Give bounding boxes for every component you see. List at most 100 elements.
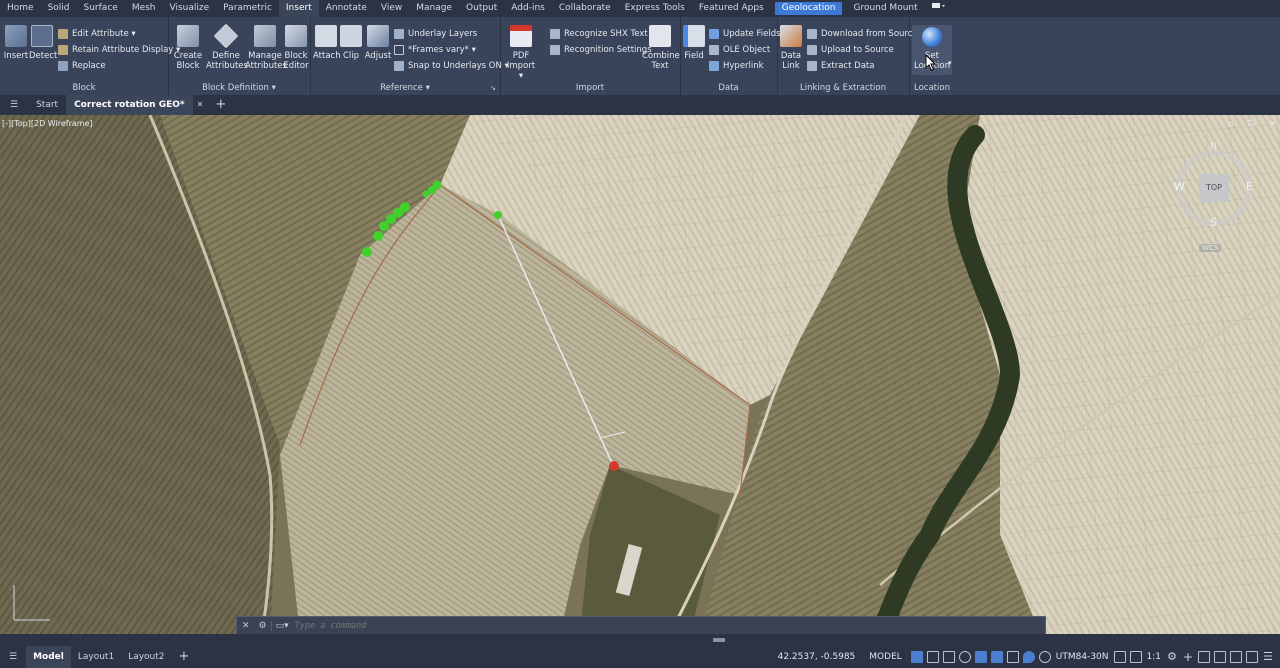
- layout-tab-model[interactable]: Model: [26, 646, 71, 668]
- tab-surface[interactable]: Surface: [77, 0, 125, 17]
- tab-add-ins[interactable]: Add-ins: [504, 0, 552, 17]
- auto-scale-icon[interactable]: [1129, 651, 1142, 663]
- upload-to-source-button[interactable]: Upload to Source: [807, 43, 894, 57]
- wcs-dropdown[interactable]: WCS: [1199, 244, 1222, 252]
- tab-parametric[interactable]: Parametric: [216, 0, 279, 17]
- manage-attributes-button[interactable]: Manage Attributes: [245, 25, 287, 71]
- tab-solid[interactable]: Solid: [41, 0, 77, 17]
- add-layout-icon[interactable]: +: [172, 646, 197, 668]
- recognize-shx-text-button[interactable]: Recognize SHX Text: [550, 27, 648, 41]
- tab-featured-apps[interactable]: Featured Apps: [692, 0, 771, 17]
- scroll-grip-icon[interactable]: [713, 638, 725, 642]
- new-tab-plus-icon[interactable]: +: [207, 95, 234, 115]
- tab-annotate[interactable]: Annotate: [319, 0, 374, 17]
- close-tab-icon[interactable]: ✕: [193, 95, 208, 115]
- hyperlink-button[interactable]: Hyperlink: [709, 59, 764, 73]
- ole-object-button[interactable]: OLE Object: [709, 43, 770, 57]
- coordinate-system-readout[interactable]: UTM84-30N: [1053, 646, 1112, 668]
- viewport-controls-label[interactable]: [-][Top][2D Wireframe]: [2, 119, 93, 128]
- lineweight-icon[interactable]: [990, 651, 1003, 663]
- set-location-dropdown-icon[interactable]: ▾: [948, 59, 952, 67]
- minimize-icon[interactable]: ▫: [1228, 119, 1233, 128]
- coordinates-readout[interactable]: 42.2537, -0.5985: [771, 646, 863, 668]
- tab-view[interactable]: View: [374, 0, 409, 17]
- command-close-icon[interactable]: ✕: [237, 621, 255, 631]
- command-input[interactable]: [292, 619, 997, 632]
- restore-icon[interactable]: ❐: [1248, 119, 1255, 128]
- viewcube-top-face[interactable]: TOP: [1199, 174, 1229, 202]
- tab-collaborate[interactable]: Collaborate: [552, 0, 618, 17]
- ribbon-options-icon[interactable]: [925, 0, 949, 17]
- compass-west[interactable]: W: [1174, 180, 1185, 193]
- isolate-objects-icon[interactable]: [1214, 651, 1226, 663]
- drawing-viewport[interactable]: [0, 115, 1280, 634]
- workspace-gear-icon[interactable]: ⚙: [1166, 651, 1178, 663]
- tab-express-tools[interactable]: Express Tools: [618, 0, 692, 17]
- ortho-icon[interactable]: [942, 651, 955, 663]
- edit-attribute-button[interactable]: Edit Attribute ▾: [58, 27, 136, 41]
- tab-mesh[interactable]: Mesh: [125, 0, 163, 17]
- customize-status-icon[interactable]: ☰: [1262, 651, 1274, 663]
- clean-screen-icon[interactable]: [1246, 651, 1258, 663]
- data-link-button[interactable]: Data Link: [779, 25, 803, 71]
- tab-manage[interactable]: Manage: [409, 0, 459, 17]
- detect-button[interactable]: Detect: [29, 25, 57, 61]
- tab-visualize[interactable]: Visualize: [163, 0, 217, 17]
- define-attributes-button[interactable]: Define Attributes: [206, 23, 248, 71]
- pdf-import-button[interactable]: PDF Import ▾: [504, 25, 538, 81]
- snap-to-underlays-dropdown[interactable]: Snap to Underlays ON ▾: [394, 59, 509, 73]
- vertical-scrollbar[interactable]: [1270, 130, 1278, 610]
- panel-title-reference[interactable]: Reference ▾: [310, 83, 500, 93]
- combine-text-button[interactable]: Combine Text: [642, 25, 680, 71]
- tab-insert[interactable]: Insert: [278, 0, 319, 17]
- layout-tab-layout2[interactable]: Layout2: [121, 646, 171, 668]
- create-block-button[interactable]: Create Block: [172, 25, 204, 71]
- clip-button[interactable]: Clip: [340, 25, 362, 61]
- viewcube[interactable]: TOP N S E W WCS: [1170, 140, 1265, 260]
- horizontal-scrollbar[interactable]: [0, 634, 1280, 646]
- recognition-settings-button[interactable]: Recognition Settings: [550, 43, 652, 57]
- extract-data-button[interactable]: Extract Data: [807, 59, 874, 73]
- compass-east[interactable]: E: [1246, 180, 1253, 193]
- panel-title-block-definition[interactable]: Block Definition ▾: [168, 83, 310, 93]
- download-from-source-button[interactable]: Download from Source: [807, 27, 918, 41]
- layout-menu-icon[interactable]: ☰: [0, 646, 26, 668]
- hardware-acceleration-icon[interactable]: [1230, 651, 1242, 663]
- compass-south[interactable]: S: [1210, 216, 1217, 229]
- adjust-button[interactable]: Adjust: [364, 25, 392, 61]
- tab-ground-mount[interactable]: Ground Mount: [846, 0, 924, 17]
- layout-tab-layout1[interactable]: Layout1: [71, 646, 121, 668]
- tab-output[interactable]: Output: [459, 0, 504, 17]
- download-icon: [807, 29, 817, 39]
- field-button[interactable]: Field: [682, 25, 706, 61]
- selection-cycling-icon[interactable]: [1006, 651, 1019, 663]
- units-icon[interactable]: [1198, 651, 1210, 663]
- command-history-icon[interactable]: ▭▾: [270, 620, 293, 631]
- insert-button[interactable]: Insert: [2, 25, 30, 61]
- panel-launcher-icon[interactable]: ↘: [490, 84, 496, 92]
- model-space-toggle[interactable]: MODEL: [862, 646, 908, 668]
- doc-tab-start[interactable]: Start: [28, 95, 66, 115]
- polar-tracking-icon[interactable]: [958, 651, 971, 663]
- grid-icon[interactable]: [910, 651, 923, 663]
- tab-home[interactable]: Home: [0, 0, 41, 17]
- retain-attribute-display-button[interactable]: Retain Attribute Display ▾: [58, 43, 180, 57]
- menu-icon[interactable]: ☰: [0, 95, 28, 115]
- doc-tab-current-drawing[interactable]: Correct rotation GEO*: [66, 95, 193, 115]
- annotation-plus-icon[interactable]: +: [1182, 651, 1194, 663]
- attach-button[interactable]: Attach: [313, 25, 341, 61]
- frames-vary-dropdown[interactable]: *Frames vary* ▾: [394, 43, 476, 57]
- annotation-scale-dropdown[interactable]: 1:1: [1144, 646, 1164, 668]
- update-fields-button[interactable]: Update Fields: [709, 27, 781, 41]
- block-editor-button[interactable]: Block Editor: [282, 25, 310, 71]
- close-viewport-icon[interactable]: ✕: [1269, 119, 1276, 128]
- object-snap-icon[interactable]: [974, 651, 987, 663]
- annotation-visibility-icon[interactable]: [1113, 651, 1126, 663]
- tab-geolocation[interactable]: Geolocation: [774, 2, 843, 15]
- geomarker-icon[interactable]: [1022, 651, 1035, 663]
- command-customize-icon[interactable]: ⚙: [255, 621, 271, 631]
- snap-mode-icon[interactable]: [926, 651, 939, 663]
- compass-north[interactable]: N: [1210, 142, 1217, 152]
- underlay-layers-button[interactable]: Underlay Layers: [394, 27, 477, 41]
- replace-button[interactable]: Replace: [58, 59, 106, 73]
